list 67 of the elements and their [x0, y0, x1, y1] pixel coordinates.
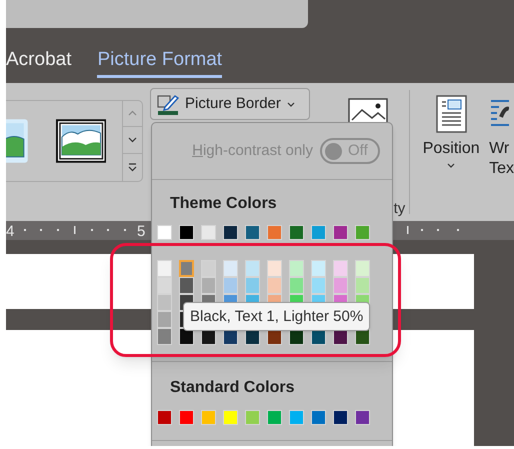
- color-swatch[interactable]: [289, 260, 304, 277]
- picture-border-button[interactable]: Picture Border: [150, 88, 310, 120]
- color-swatch[interactable]: [201, 277, 216, 294]
- color-swatch[interactable]: [333, 277, 348, 294]
- color-swatch[interactable]: [267, 225, 282, 240]
- ruler-number: 5: [137, 223, 146, 240]
- group-label: ty: [394, 200, 406, 218]
- more-icon: [128, 163, 138, 172]
- color-swatch[interactable]: [157, 311, 172, 328]
- color-swatch[interactable]: [311, 410, 326, 425]
- color-swatch[interactable]: [355, 277, 370, 294]
- color-swatch[interactable]: [245, 225, 260, 240]
- color-swatch[interactable]: [267, 277, 282, 294]
- color-swatch[interactable]: [311, 225, 326, 240]
- section-title: Theme Colors: [170, 194, 278, 214]
- color-swatch[interactable]: [223, 277, 238, 294]
- color-swatch[interactable]: [223, 410, 238, 425]
- color-swatch[interactable]: [223, 260, 238, 277]
- color-swatch[interactable]: [179, 225, 194, 240]
- color-swatch[interactable]: [355, 410, 370, 425]
- color-swatch[interactable]: [245, 260, 260, 277]
- search-bar[interactable]: [6, 0, 308, 28]
- color-swatch[interactable]: [245, 277, 260, 294]
- color-swatch[interactable]: [289, 410, 304, 425]
- picture-style-icon[interactable]: [56, 119, 106, 163]
- tooltip: Black, Text 1, Lighter 50%: [183, 302, 370, 331]
- caret-up-icon: [128, 110, 138, 116]
- color-swatch[interactable]: [289, 277, 304, 294]
- color-swatch[interactable]: [289, 225, 304, 240]
- color-swatch[interactable]: [179, 410, 194, 425]
- color-swatch[interactable]: [179, 277, 194, 294]
- color-swatch[interactable]: [333, 410, 348, 425]
- color-swatch[interactable]: [355, 260, 370, 277]
- picture-icon[interactable]: [348, 98, 388, 122]
- color-swatch[interactable]: [311, 277, 326, 294]
- position-icon: [434, 95, 468, 133]
- color-swatch[interactable]: [179, 260, 194, 277]
- color-swatch[interactable]: [311, 260, 326, 277]
- color-swatch[interactable]: [267, 260, 282, 277]
- color-swatch[interactable]: [157, 410, 172, 425]
- color-swatch[interactable]: [201, 260, 216, 277]
- color-swatch[interactable]: [267, 410, 282, 425]
- color-swatch[interactable]: [157, 328, 172, 345]
- ribbon-tab[interactable]: Acrobat: [6, 47, 72, 73]
- color-swatch[interactable]: [245, 410, 260, 425]
- color-swatch[interactable]: [333, 260, 348, 277]
- caret-down-icon: [128, 137, 138, 143]
- pen-icon: [157, 93, 179, 115]
- ribbon-tab[interactable]: Picture Format: [97, 47, 222, 78]
- ruler-number: 4: [6, 223, 14, 240]
- caret-down-icon: [447, 163, 456, 168]
- color-swatch[interactable]: [355, 225, 370, 240]
- color-swatch[interactable]: [223, 225, 238, 240]
- color-swatch[interactable]: [333, 225, 348, 240]
- wrap-text-button[interactable]: Wr Tex: [489, 95, 514, 179]
- toggle-knob: [325, 142, 342, 160]
- caret-down-icon: [286, 102, 295, 106]
- color-swatch[interactable]: [157, 294, 172, 311]
- section-title: Standard Colors: [170, 378, 296, 398]
- color-swatch[interactable]: [201, 410, 216, 425]
- color-swatch[interactable]: [201, 225, 216, 240]
- color-swatch[interactable]: [157, 225, 172, 240]
- high-contrast-label: High-contrast only: [192, 140, 313, 161]
- color-swatch[interactable]: [157, 260, 172, 277]
- color-swatch[interactable]: [157, 277, 172, 294]
- color-swatch[interactable]: [179, 328, 194, 345]
- position-button[interactable]: Position: [416, 95, 486, 168]
